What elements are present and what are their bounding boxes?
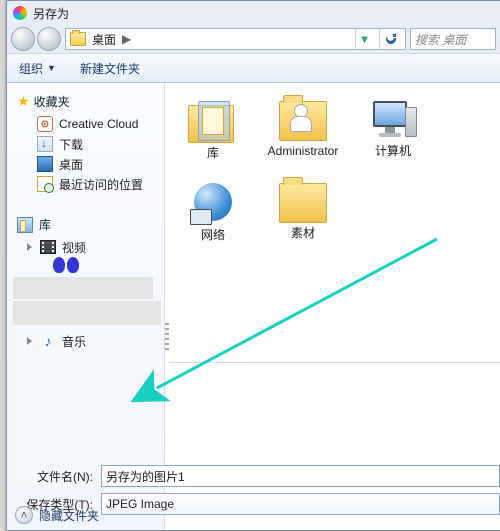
filename-label: 文件名(N): (17, 468, 93, 485)
redacted-region (13, 301, 161, 325)
new-folder-button[interactable]: 新建文件夹 (74, 57, 146, 80)
back-button[interactable] (11, 27, 35, 51)
search-box[interactable]: 搜索 桌面 (410, 28, 496, 50)
music-icon: ♪ (40, 333, 56, 349)
sidebar-item-music[interactable]: ♪ 音乐 (13, 331, 158, 351)
desktop-icon (37, 156, 53, 172)
sidebar-item-desktop[interactable]: 桌面 (13, 154, 158, 174)
network-icon (190, 183, 236, 225)
user-folder-icon (279, 101, 327, 141)
toolbar: 组织 ▼ 新建文件夹 (7, 53, 500, 83)
filetype-combo[interactable]: JPEG Image (101, 493, 500, 515)
sidebar-item-downloads[interactable]: 下载 (13, 134, 158, 154)
window-title: 另存为 (33, 5, 69, 22)
library-folder-icon (188, 101, 238, 143)
expand-icon[interactable] (27, 243, 32, 251)
expand-icon[interactable] (27, 337, 32, 345)
dialog-body: ★ 收藏夹 ⊙ Creative Cloud 下载 桌面 最近访问的位 (7, 83, 500, 530)
folder-icon (279, 183, 327, 223)
hide-folders-label[interactable]: 隐藏文件夹 (39, 507, 99, 524)
breadcrumb-arrow-icon[interactable]: ▶ (122, 32, 131, 46)
address-dropdown-button[interactable]: ▾ (355, 28, 373, 50)
file-list[interactable]: 库 Administrator 计算机 (169, 83, 500, 363)
address-bar[interactable]: 桌面 ▶ ▾ (65, 28, 406, 50)
computer-icon (369, 101, 417, 141)
item-network[interactable]: 网络 (177, 183, 249, 243)
chevron-down-icon: ▼ (47, 63, 56, 73)
desktop-icon (70, 32, 86, 46)
filename-input[interactable] (101, 465, 500, 487)
save-as-dialog: 另存为 桌面 ▶ ▾ 搜索 桌面 组织 ▼ 新建文件夹 (6, 0, 500, 531)
footer: ˄ 隐藏文件夹 (15, 506, 99, 524)
item-computer[interactable]: 计算机 (357, 101, 429, 161)
recent-icon (37, 176, 53, 192)
hide-folders-toggle[interactable]: ˄ (15, 506, 33, 524)
redacted-region (13, 277, 153, 299)
refresh-button[interactable] (379, 28, 401, 50)
creative-cloud-icon: ⊙ (37, 116, 53, 132)
organize-button[interactable]: 组织 ▼ (13, 57, 62, 80)
forward-button[interactable] (37, 27, 61, 51)
download-icon (37, 136, 53, 152)
sidebar-item-recent[interactable]: 最近访问的位置 (13, 174, 158, 194)
sidebar-item-creative-cloud[interactable]: ⊙ Creative Cloud (13, 114, 158, 134)
star-icon: ★ (17, 93, 30, 110)
sidebar-item-videos[interactable]: 视频 (13, 237, 158, 257)
video-icon (40, 240, 56, 254)
decorative-shape (53, 257, 83, 275)
titlebar[interactable]: 另存为 (7, 1, 500, 25)
refresh-icon (384, 32, 398, 46)
chevron-up-icon: ˄ (20, 508, 27, 522)
search-placeholder: 搜索 桌面 (415, 31, 466, 48)
nav-buttons (11, 27, 61, 51)
item-libraries[interactable]: 库 (177, 101, 249, 161)
breadcrumb-desktop[interactable]: 桌面 (92, 31, 116, 48)
favorites-group[interactable]: ★ 收藏夹 (13, 91, 158, 114)
item-folder-sucai[interactable]: 素材 (267, 183, 339, 243)
app-icon (13, 6, 27, 20)
nav-row: 桌面 ▶ ▾ 搜索 桌面 (7, 25, 500, 53)
libraries-group[interactable]: 库 (13, 214, 158, 237)
library-icon (17, 217, 33, 233)
item-administrator[interactable]: Administrator (267, 101, 339, 161)
